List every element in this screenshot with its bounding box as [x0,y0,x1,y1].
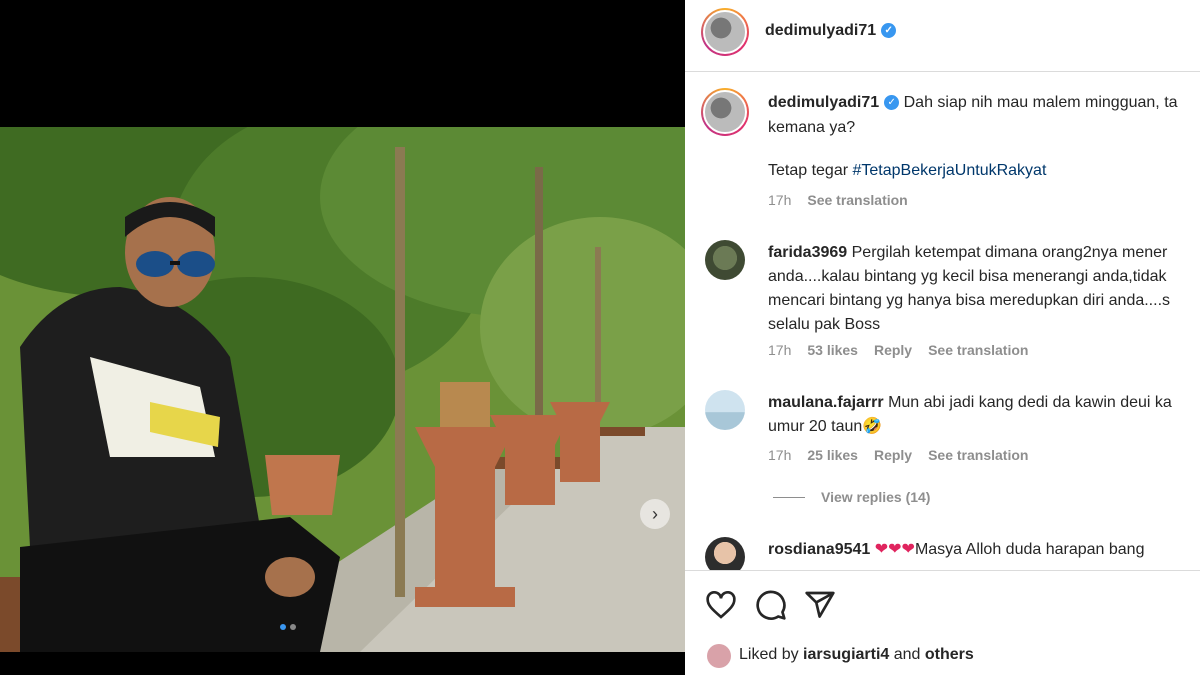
comment-line: umur 20 taun🤣 [768,418,883,435]
heart-emoji: ❤❤❤ [874,541,915,558]
caption-meta: 17h See translation [768,192,908,208]
caption-text: Tetap tegar [768,162,853,179]
view-replies-button[interactable]: View replies (14) [773,489,930,505]
comment-line: rosdiana9541 ❤❤❤Masya Alloh duda harapan… [768,537,1144,562]
others-link[interactable]: others [925,646,974,663]
share-icon[interactable] [804,589,836,621]
comment-text: Mun abi jadi kang dedi da kawin deui ka [888,394,1172,411]
comment-line: mencari bintang yg hanya bisa meredupkan… [768,292,1171,309]
comment-line: farida3969 Pergilah ketempat dimana oran… [768,240,1167,265]
view-replies-label: View replies (14) [821,489,931,505]
photo-illustration [0,127,685,652]
see-translation-link[interactable]: See translation [807,192,907,208]
caption-line: dedimulyadi71 ✓ Dah siap nih mau malem mi… [768,90,1178,115]
caption-line: Tetap tegar #TetapBekerjaUntukRakyat [768,158,1046,183]
comment-line: selalu pak Boss [768,316,881,333]
likes-count[interactable]: 53 likes [807,342,858,358]
verified-badge-icon: ✓ [884,95,900,111]
action-bar: Liked by iarsugiarti4 and others [685,570,1200,675]
see-translation-link[interactable]: See translation [928,447,1028,463]
verified-badge-icon: ✓ [881,23,897,39]
divider [773,496,805,498]
carousel-dot [290,624,296,630]
reply-button[interactable]: Reply [874,342,912,358]
see-translation-link[interactable]: See translation [928,342,1028,358]
likes-count[interactable]: 25 likes [807,447,858,463]
hashtag-link[interactable]: #TetapBekerjaUntukRakyat [853,162,1047,179]
comment-line: anda....kalau bintang yg kecil bisa mene… [768,268,1167,285]
comment-meta: 17h 25 likes Reply See translation [768,447,1028,463]
comment-username[interactable]: maulana.fajarrr [768,394,884,411]
comment-icon[interactable] [755,589,787,621]
liked-by-text: Liked by iarsugiarti4 and others [739,646,974,664]
commenter-avatar[interactable] [705,390,745,430]
comment-meta: 17h 53 likes Reply See translation [768,342,1028,358]
comment-line: maulana.fajarrr Mun abi jadi kang dedi d… [768,390,1172,415]
commenter-avatar[interactable] [705,240,745,280]
liker-avatar[interactable] [707,644,731,668]
comment-username[interactable]: rosdiana9541 [768,541,870,558]
reply-button[interactable]: Reply [874,447,912,463]
post-media: › [0,0,685,675]
heart-icon[interactable] [705,589,737,621]
post-side-panel: dedimulyadi71 ✓ dedimulyadi71 ✓ Dah siap n… [685,0,1200,675]
caption-username[interactable]: dedimulyadi71 [768,94,879,111]
carousel-dots [280,624,296,630]
timestamp: 17h [768,447,792,463]
author-username[interactable]: dedimulyadi71 ✓ [765,22,897,40]
liker-username[interactable]: iarsugiarti4 [803,646,889,663]
carousel-dot [280,624,286,630]
comment-text: Pergilah ketempat dimana orang2nya mener [851,244,1168,261]
caption-line: kemana ya? [768,119,856,136]
caption-avatar[interactable] [701,88,749,136]
post-header: dedimulyadi71 ✓ [685,0,1200,72]
author-avatar[interactable] [701,8,749,56]
timestamp: 17h [768,192,792,208]
post-photo: › [0,127,685,652]
liked-by-middle: and [889,646,925,663]
caption-text: Dah siap nih mau malem mingguan, ta [903,94,1178,111]
comment-username[interactable]: farida3969 [768,244,847,261]
comment-text: Masya Alloh duda harapan bang [914,541,1145,558]
liked-by-prefix: Liked by [739,646,804,663]
chevron-right-icon[interactable]: › [640,499,670,529]
timestamp: 17h [768,342,792,358]
instagram-post-view: › dedimulyadi71 ✓ dedimulyadi71 ✓ Dah siap… [0,0,1200,675]
